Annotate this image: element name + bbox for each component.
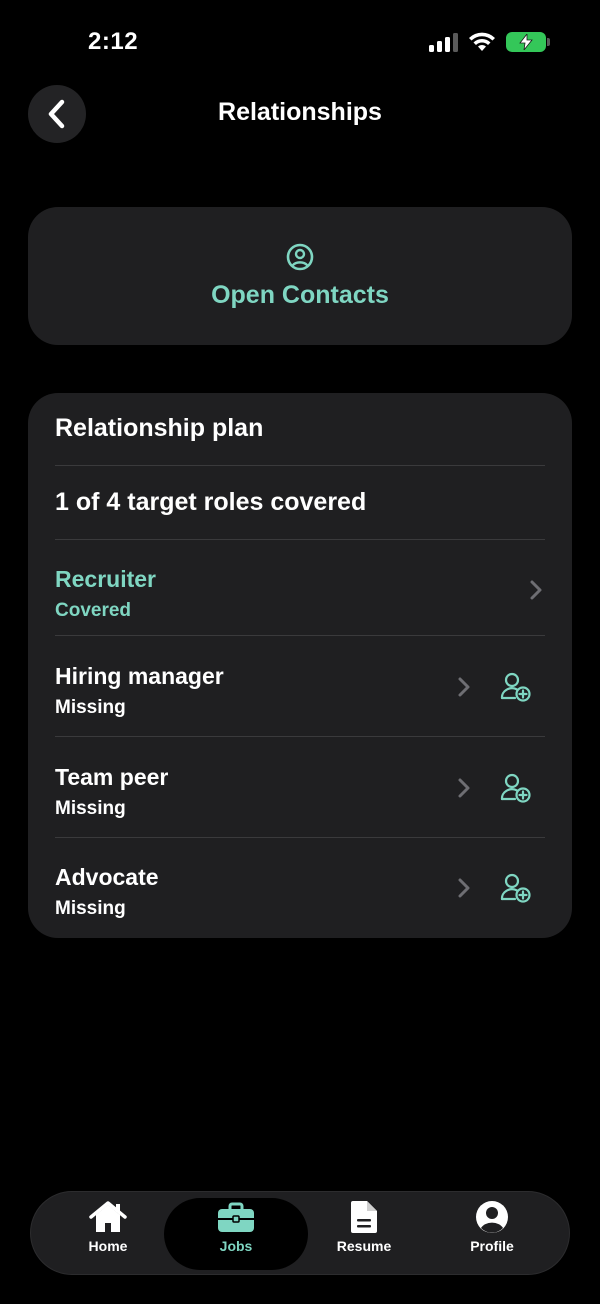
tab-label: Home [88, 1238, 128, 1254]
open-contacts-label: Open Contacts [211, 280, 389, 309]
role-row-recruiter[interactable]: Recruiter Covered [28, 540, 572, 640]
tab-label: Jobs [219, 1238, 253, 1254]
tab-bar: Home Jobs Resume Profile [30, 1191, 570, 1275]
person-add-icon [500, 773, 531, 803]
role-name: Recruiter [55, 566, 156, 592]
home-icon [89, 1201, 127, 1232]
tab-jobs[interactable]: Jobs [164, 1198, 308, 1270]
person-add-icon [500, 672, 531, 702]
cellular-signal-icon [429, 32, 458, 52]
chevron-right-icon [458, 778, 470, 798]
tab-label: Resume [336, 1238, 392, 1254]
chevron-right-icon [530, 580, 542, 600]
plan-title: Relationship plan [55, 414, 264, 442]
tab-label: Profile [470, 1238, 514, 1254]
person-circle-icon [286, 243, 314, 270]
role-status: Covered [55, 600, 132, 621]
role-name: Advocate [55, 864, 159, 890]
tab-profile[interactable]: Profile [420, 1198, 564, 1270]
role-row-team-peer[interactable]: Team peer Missing [28, 738, 572, 838]
battery-charging-icon [506, 32, 550, 52]
divider [55, 635, 545, 636]
status-icons [429, 32, 550, 52]
divider [55, 736, 545, 737]
status-bar: 2:12 [0, 0, 600, 90]
chevron-right-icon [458, 677, 470, 697]
document-icon [351, 1201, 377, 1233]
tab-resume[interactable]: Resume [292, 1198, 436, 1270]
status-time: 2:12 [88, 28, 139, 55]
open-contacts-button[interactable]: Open Contacts [28, 207, 572, 345]
chevron-right-icon [458, 878, 470, 898]
person-circle-icon [476, 1201, 508, 1233]
tab-home[interactable]: Home [36, 1198, 180, 1270]
role-status: Missing [55, 798, 126, 819]
role-status: Missing [55, 898, 126, 919]
divider [55, 465, 545, 466]
role-status: Missing [55, 697, 126, 718]
add-contact-button[interactable] [498, 870, 534, 906]
role-row-hiring-manager[interactable]: Hiring manager Missing [28, 637, 572, 737]
person-add-icon [500, 873, 531, 903]
add-contact-button[interactable] [498, 770, 534, 806]
role-name: Team peer [55, 764, 169, 790]
briefcase-icon [218, 1202, 254, 1232]
plan-summary: 1 of 4 target roles covered [55, 488, 367, 516]
relationship-plan-card: Relationship plan 1 of 4 target roles co… [28, 393, 572, 938]
role-name: Hiring manager [55, 663, 224, 689]
wifi-icon [469, 32, 495, 51]
role-row-advocate[interactable]: Advocate Missing [28, 838, 572, 938]
add-contact-button[interactable] [498, 669, 534, 705]
page-title: Relationships [218, 98, 382, 126]
